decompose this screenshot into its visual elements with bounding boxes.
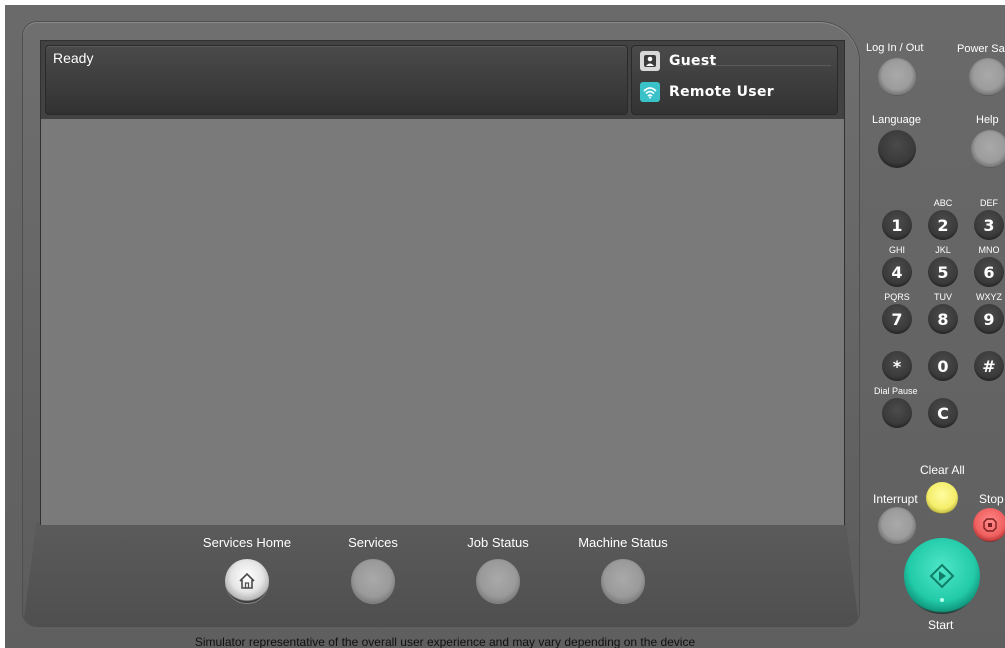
help-button[interactable]: [971, 130, 1005, 168]
key-7-letters: PQRS: [884, 292, 910, 302]
clear-all-button[interactable]: [926, 482, 958, 514]
clear-all-label: Clear All: [920, 463, 965, 477]
log-in-out-label: Log In / Out: [866, 42, 924, 54]
services-button[interactable]: Services: [323, 535, 423, 603]
clear-c-button[interactable]: C: [928, 398, 958, 428]
services-round[interactable]: [351, 559, 395, 603]
power-saver-button[interactable]: [969, 58, 1005, 96]
machine-status-button[interactable]: Machine Status: [573, 535, 673, 603]
key-3-letters: DEF: [980, 198, 998, 208]
remote-user-label: Remote User: [669, 84, 774, 100]
key-5[interactable]: 5: [928, 257, 958, 287]
user-divider: [676, 65, 831, 66]
status-bar: Ready Guest Remote User: [41, 41, 844, 119]
key-1[interactable]: 1: [882, 210, 912, 240]
help-label: Help: [976, 114, 999, 126]
interrupt-label: Interrupt: [873, 492, 918, 506]
key-9[interactable]: 9: [974, 304, 1004, 334]
device-body: Ready Guest Remote User Services Home Se…: [5, 5, 1005, 648]
key-4[interactable]: 4: [882, 257, 912, 287]
log-in-out-button[interactable]: [878, 58, 916, 96]
start-indicator: [940, 598, 944, 602]
start-button[interactable]: [904, 538, 980, 614]
language-button[interactable]: [878, 130, 916, 168]
interrupt-button[interactable]: [878, 507, 916, 545]
job-status-button[interactable]: Job Status: [448, 535, 548, 603]
simulator-disclaimer: Simulator representative of the overall …: [194, 635, 696, 648]
key-9-letters: WXYZ: [976, 292, 1002, 302]
services-home-button[interactable]: Services Home: [197, 535, 297, 603]
services-home-label: Services Home: [202, 535, 292, 550]
power-saver-label: Power Sa: [957, 43, 1005, 55]
key-2-letters: ABC: [933, 198, 953, 208]
key-star[interactable]: *: [882, 351, 912, 381]
dial-pause-button[interactable]: [882, 398, 912, 428]
guest-user-icon: [640, 51, 660, 71]
services-label: Services: [348, 535, 398, 550]
key-4-letters: GHI: [888, 245, 905, 255]
status-message: Ready: [53, 50, 94, 66]
key-7[interactable]: 7: [882, 304, 912, 334]
user-panel[interactable]: Guest Remote User: [631, 45, 838, 115]
home-icon: [239, 572, 255, 589]
machine-status-label: Machine Status: [578, 535, 668, 550]
touch-screen[interactable]: Ready Guest Remote User: [40, 40, 845, 525]
key-0[interactable]: 0: [928, 351, 958, 381]
start-icon: [929, 563, 955, 589]
job-status-round[interactable]: [476, 559, 520, 603]
job-status-label: Job Status: [467, 535, 529, 550]
dial-pause-label: Dial Pause: [874, 386, 918, 396]
stop-icon: [983, 518, 997, 532]
services-home-round[interactable]: [225, 559, 269, 603]
guest-user-row[interactable]: Guest: [640, 50, 716, 72]
key-8-letters: TUV: [934, 292, 952, 302]
key-3[interactable]: 3: [974, 210, 1004, 240]
start-label: Start: [928, 618, 954, 632]
language-label: Language: [872, 114, 921, 126]
stop-label: Stop: [979, 492, 1004, 506]
stop-button[interactable]: [973, 508, 1005, 542]
message-panel: Ready: [45, 45, 628, 115]
bezel-bottom-tray: [23, 522, 859, 626]
key-5-letters: JKL: [935, 245, 951, 255]
guest-user-label: Guest: [669, 53, 717, 69]
remote-user-row[interactable]: Remote User: [640, 81, 774, 103]
key-6[interactable]: 6: [974, 257, 1004, 287]
remote-wifi-icon: [640, 82, 660, 102]
key-8[interactable]: 8: [928, 304, 958, 334]
key-6-letters: MNO: [978, 245, 1000, 255]
key-hash[interactable]: #: [974, 351, 1004, 381]
machine-status-round[interactable]: [601, 559, 645, 603]
key-2[interactable]: 2: [928, 210, 958, 240]
